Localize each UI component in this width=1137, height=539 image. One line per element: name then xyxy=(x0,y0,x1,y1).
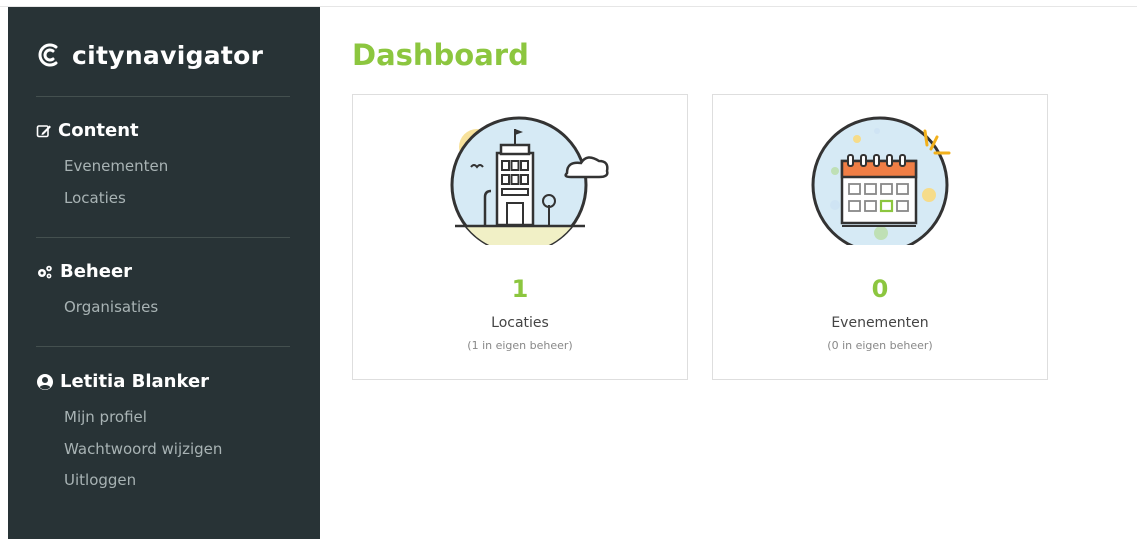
page-title: Dashboard xyxy=(352,38,529,72)
nav-wachtwoord-wijzigen[interactable]: Wachtwoord wijzigen xyxy=(64,440,222,458)
brand[interactable]: citynavigator xyxy=(36,35,263,75)
sidebar-divider xyxy=(36,237,290,238)
nav-organisaties[interactable]: Organisaties xyxy=(64,298,158,316)
nav-mijn-profiel[interactable]: Mijn profiel xyxy=(64,408,147,426)
user-circle-icon xyxy=(37,373,53,390)
nav-locaties[interactable]: Locaties xyxy=(64,189,126,207)
section-content: Content xyxy=(36,120,139,141)
top-border xyxy=(0,0,1137,7)
section-beheer-title: Beheer xyxy=(60,261,133,282)
card-evenementen-count: 0 xyxy=(871,275,889,303)
edit-icon xyxy=(36,124,51,137)
nav-uitloggen[interactable]: Uitloggen xyxy=(64,471,136,489)
calendar-icon xyxy=(811,116,951,245)
city-building-icon xyxy=(450,116,609,245)
brand-name: citynavigator xyxy=(72,40,264,70)
sidebar: citynavigator Content Evenementen Locati… xyxy=(8,7,320,539)
card-locaties[interactable]: 1 Locaties (1 in eigen beheer) xyxy=(352,94,688,380)
section-user: Letitia Blanker xyxy=(36,371,209,392)
card-locaties-label: Locaties xyxy=(491,315,549,331)
nav-evenementen[interactable]: Evenementen xyxy=(64,157,168,175)
card-evenementen-label: Evenementen xyxy=(831,315,929,331)
section-beheer: Beheer xyxy=(36,261,132,282)
card-evenementen-sub: (0 in eigen beheer) xyxy=(827,339,933,352)
card-evenementen[interactable]: 0 Evenementen (0 in eigen beheer) xyxy=(712,94,1048,380)
card-locaties-count: 1 xyxy=(511,275,529,303)
gears-icon xyxy=(38,265,52,278)
card-locaties-sub: (1 in eigen beheer) xyxy=(467,339,573,352)
section-content-title: Content xyxy=(58,120,139,141)
sidebar-divider xyxy=(36,346,290,347)
citynavigator-logo-icon xyxy=(38,43,58,67)
section-user-title: Letitia Blanker xyxy=(60,371,210,392)
sidebar-divider xyxy=(36,96,290,97)
